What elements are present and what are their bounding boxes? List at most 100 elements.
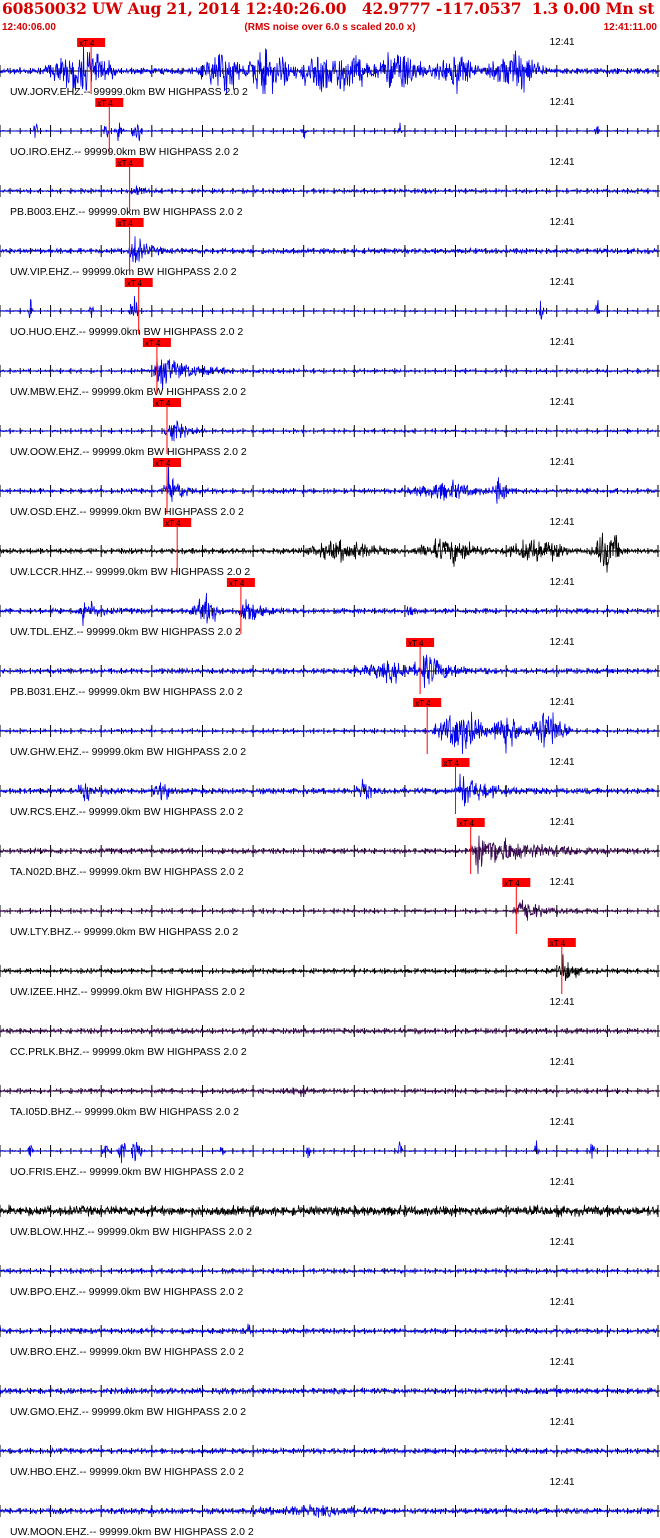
time-tick-label: 12:41 <box>550 1117 575 1128</box>
waveform <box>0 1140 659 1164</box>
waveform <box>0 465 659 504</box>
rms-noise-note: (RMS noise over 6.0 s scaled 20.0 x) <box>244 22 416 33</box>
time-tick-label: 12:41 <box>550 697 575 708</box>
trace-uw-blow-hhz: 12:41 UW.BLOW.HHZ.-- 99999.0km BW HIGHPAS… <box>0 1177 660 1238</box>
trace-uw-hbo-ehz: 12:41 UW.HBO.EHZ.-- 99999.0km BW HIGHPASS… <box>0 1417 660 1478</box>
trace-uw-bro-ehz: 12:41 UW.BRO.EHZ.-- 99999.0km BW HIGHPASS… <box>0 1297 660 1358</box>
station-label: UW.HBO.EHZ.-- 99999.0km BW HIGHPASS 2.0 … <box>10 1466 244 1478</box>
pick-label: xT 4 <box>415 699 431 708</box>
waveform <box>0 773 659 807</box>
trace-pb-b031-ehz: 12:41 PB.B031.EHZ.-- 99999.0km BW HIGHPAS… <box>0 637 660 698</box>
pick-label: xT 4 <box>145 339 161 348</box>
station-label: UW.OSD.EHZ.-- 99999.0km BW HIGHPASS 2.0 … <box>10 506 244 518</box>
pick-label: xT 4 <box>155 459 171 468</box>
waveform <box>0 1086 659 1098</box>
station-label: UW.BPO.EHZ.-- 99999.0km BW HIGHPASS 2.0 … <box>10 1286 243 1298</box>
station-label: UW.BLOW.HHZ.-- 99999.0km BW HIGHPASS 2.0… <box>10 1226 252 1238</box>
station-label: UW.OOW.EHZ.-- 99999.0km BW HIGHPASS 2.0 … <box>10 446 247 458</box>
time-tick-label: 12:41 <box>550 877 575 888</box>
trace-uw-izee-hhz: 12:41UW.IZEE.HHZ.-- 99999.0km BW HIGHPAS… <box>0 937 660 998</box>
trace-pb-b003-ehz: 12:41 PB.B003.EHZ.-- 99999.0km BW HIGHPAS… <box>0 157 660 218</box>
pick-label: xT 4 <box>229 579 245 588</box>
trace-uw-ghw-ehz: 12:41 UW.GHW.EHZ.-- 99999.0km BW HIGHPASS… <box>0 697 660 758</box>
trace-cc-prlk-bhz: 12:41 CC.PRLK.BHZ.-- 99999.0km BW HIGHPAS… <box>0 997 660 1058</box>
pick-label: xT 4 <box>459 819 475 828</box>
pick-label: xT 4 <box>408 639 424 648</box>
time-tick-label: 12:41 <box>550 1297 575 1308</box>
trace-uw-jorv-ehz: 12:41 UW.JORV.EHZ.-- 99999.0km BW HIGHPAS… <box>0 37 660 98</box>
station-label: PB.B031.EHZ.-- 99999.0km BW HIGHPASS 2.0… <box>10 686 243 698</box>
trace-ta-n02d-bhz: 12:41 TA.N02D.BHZ.-- 99999.0km BW HIGHPAS… <box>0 817 660 878</box>
trace-uw-osd-ehz: 12:41 UW.OSD.EHZ.-- 99999.0km BW HIGHPASS… <box>0 457 660 518</box>
waveform <box>0 954 659 982</box>
trace-uw-bpo-ehz: 12:41 UW.BPO.EHZ.-- 99999.0km BW HIGHPASS… <box>0 1237 660 1298</box>
pick-label: xT 4 <box>504 879 520 888</box>
waveform <box>0 1026 659 1036</box>
trace-uw-mbw-ehz: 12:41 UW.MBW.EHZ.-- 99999.0km BW HIGHPASS… <box>0 337 660 398</box>
trace-uo-fris-ehz: 12:41 UO.FRIS.EHZ.-- 99999.0km BW HIGHPAS… <box>0 1117 660 1178</box>
time-tick-label: 12:41 <box>550 1417 575 1428</box>
trace-uo-huo-ehz: 12:41 UO.HUO.EHZ.-- 99999.0km BW HIGHPASS… <box>0 277 660 338</box>
station-label: UW.GMO.EHZ.-- 99999.0km BW HIGHPASS 2.0 … <box>10 1406 246 1418</box>
event-header: 60850032 UW Aug 21, 2014 12:40:26.00 42.… <box>2 0 655 18</box>
time-tick-label: 12:41 <box>550 37 575 48</box>
time-tick-label: 12:41 <box>550 517 575 528</box>
station-label: TA.N02D.BHZ.-- 99999.0km BW HIGHPASS 2.0… <box>10 866 244 878</box>
pick-label: xT 4 <box>127 279 143 288</box>
waveform <box>0 654 659 689</box>
station-label: UW.JORV.EHZ.-- 99999.0km BW HIGHPASS 2.0… <box>10 86 248 98</box>
time-tick-label: 12:41 <box>550 757 575 768</box>
waveform <box>0 358 659 389</box>
time-tick-label: 12:41 <box>550 1057 575 1068</box>
waveform <box>0 1386 659 1396</box>
station-label: UO.FRIS.EHZ.-- 99999.0km BW HIGHPASS 2.0… <box>10 1166 244 1178</box>
time-tick-label: 12:41 <box>550 337 575 348</box>
waveform <box>0 295 659 320</box>
trace-uw-oow-ehz: 12:41 UW.OOW.EHZ.-- 99999.0km BW HIGHPASS… <box>0 397 660 458</box>
station-label: UW.MOON.EHZ.-- 99999.0km BW HIGHPASS 2.0… <box>10 1526 254 1538</box>
pick-label: xT 4 <box>118 219 134 228</box>
time-tick-label: 12:41 <box>550 1477 575 1488</box>
time-tick-label: 12:41 <box>550 97 575 108</box>
trace-uw-lccr-hhz: 12:41 UW.LCCR.HHZ.-- 99999.0km BW HIGHPAS… <box>0 517 660 578</box>
time-tick-label: 12:41 <box>550 997 575 1008</box>
station-label: UW.VIP.EHZ.-- 99999.0km BW HIGHPASS 2.0 … <box>10 266 237 278</box>
trace-uw-rcs-ehz: 12:41 UW.RCS.EHZ.-- 99999.0km BW HIGHPASS… <box>0 757 660 818</box>
pick-label: xT 4 <box>118 159 134 168</box>
station-label: UW.BRO.EHZ.-- 99999.0km BW HIGHPASS 2.0 … <box>10 1346 244 1358</box>
station-label: CC.PRLK.BHZ.-- 99999.0km BW HIGHPASS 2.0… <box>10 1046 247 1058</box>
waveform <box>0 185 659 196</box>
pick-label: xT 4 <box>444 759 460 768</box>
station-label: UO.IRO.EHZ.-- 99999.0km BW HIGHPASS 2.0 … <box>10 146 239 158</box>
waveform <box>0 1446 659 1455</box>
trace-uw-moon-ehz: 12:41 UW.MOON.EHZ.-- 99999.0km BW HIGHPAS… <box>0 1477 660 1538</box>
station-label: UW.RCS.EHZ.-- 99999.0km BW HIGHPASS 2.0 … <box>10 806 243 818</box>
trace-uw-gmo-ehz: 12:41 UW.GMO.EHZ.-- 99999.0km BW HIGHPASS… <box>0 1357 660 1418</box>
pick-label: xT 4 <box>155 399 171 408</box>
end-time: 12:41:11.00 <box>603 22 657 33</box>
time-tick-label: 12:41 <box>550 637 575 648</box>
time-tick-label: 12:41 <box>550 157 575 168</box>
station-label: UW.IZEE.HHZ.-- 99999.0km BW HIGHPASS 2.0… <box>10 986 245 998</box>
time-tick-label: 12:41 <box>550 217 575 228</box>
station-label: UW.TDL.EHZ.-- 99999.0km BW HIGHPASS 2.0 … <box>10 626 241 638</box>
pick-label: xT 4 <box>97 99 113 108</box>
time-tick-label: 12:41 <box>550 1357 575 1368</box>
waveform <box>0 236 659 263</box>
waveform <box>0 122 659 142</box>
station-label: UW.GHW.EHZ.-- 99999.0km BW HIGHPASS 2.0 … <box>10 746 246 758</box>
time-tick-label: 12:41 <box>550 1237 575 1248</box>
pick-label: xT 4 <box>550 939 566 948</box>
time-tick-label: 12:41 <box>550 1177 575 1188</box>
trace-ta-i05d-bhz: 12:41 TA.I05D.BHZ.-- 99999.0km BW HIGHPAS… <box>0 1057 660 1118</box>
trace-uw-tdl-ehz: 12:41 UW.TDL.EHZ.-- 99999.0km BW HIGHPASS… <box>0 577 660 638</box>
time-tick-label: 12:41 <box>550 817 575 828</box>
station-label: TA.I05D.BHZ.-- 99999.0km BW HIGHPASS 2.0… <box>10 1106 239 1118</box>
waveform <box>0 592 659 627</box>
waveform <box>0 899 659 921</box>
station-label: UW.LCCR.HHZ.-- 99999.0km BW HIGHPASS 2.0… <box>10 566 250 578</box>
time-tick-label: 12:41 <box>550 577 575 588</box>
time-tick-label: 12:41 <box>550 397 575 408</box>
pick-label: xT 4 <box>165 519 181 528</box>
time-tick-label: 12:41 <box>550 457 575 468</box>
